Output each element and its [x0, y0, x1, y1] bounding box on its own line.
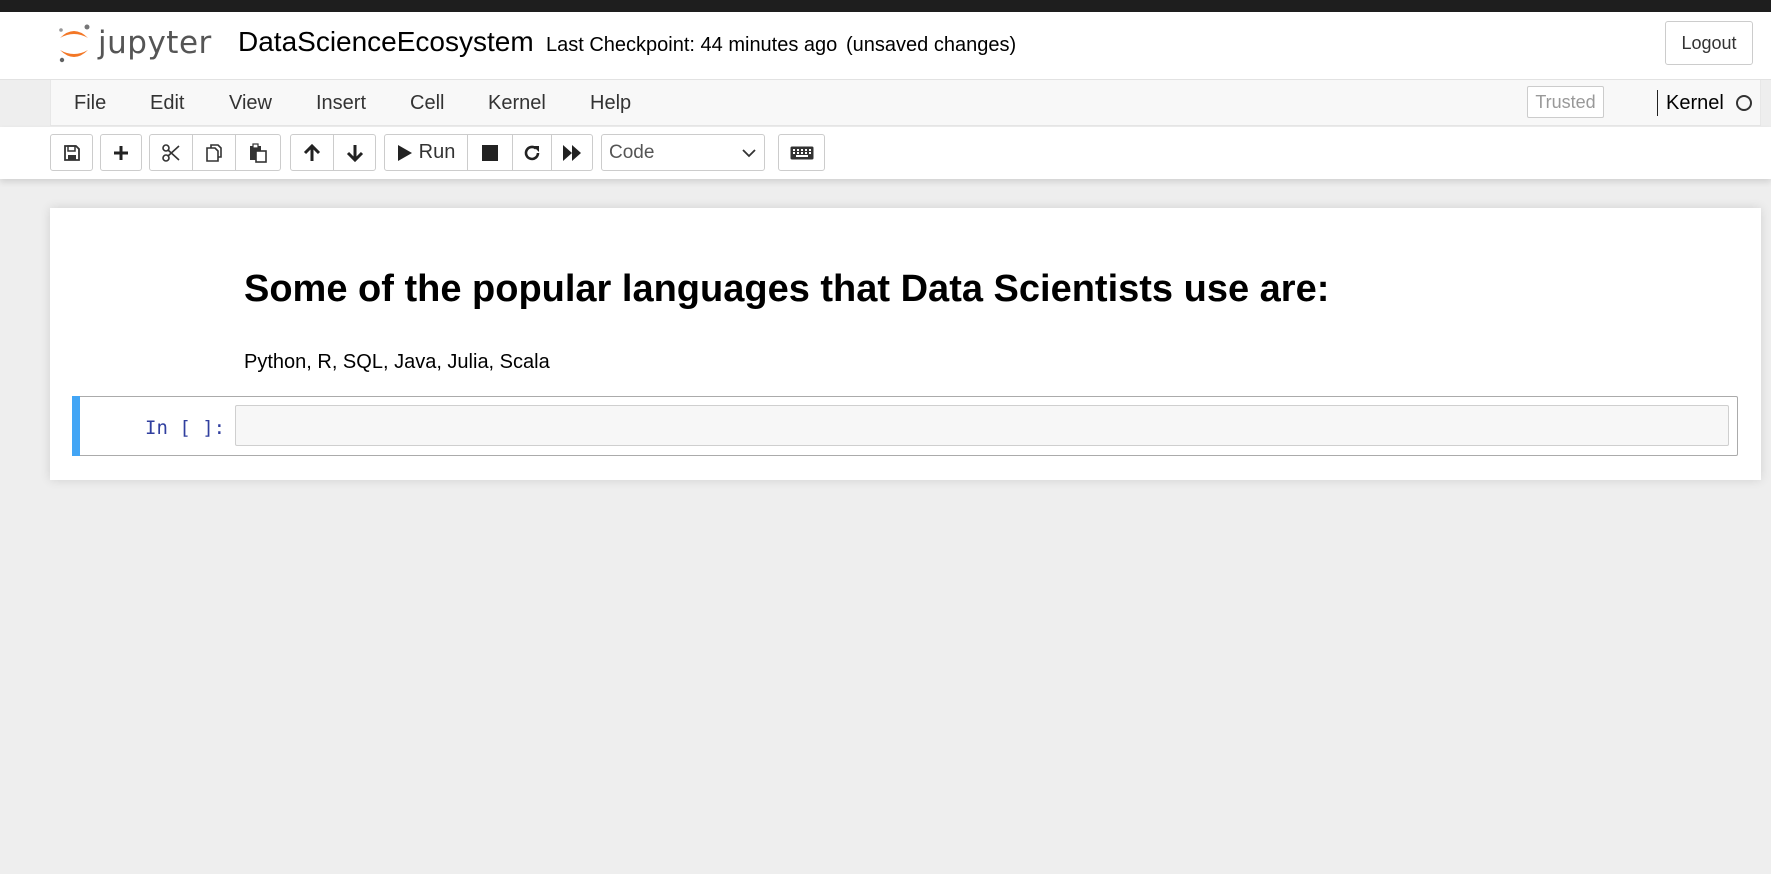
logout-button[interactable]: Logout	[1665, 21, 1753, 65]
menubar: File Edit View Insert Cell Kernel Help T…	[50, 80, 1761, 126]
move-up-button[interactable]	[290, 134, 334, 171]
plus-icon	[114, 145, 128, 160]
menu-kernel[interactable]: Kernel	[488, 92, 546, 115]
menu-cell[interactable]: Cell	[410, 92, 444, 115]
menu-insert[interactable]: Insert	[316, 92, 366, 115]
save-icon	[63, 144, 80, 161]
save-button[interactable]	[50, 134, 93, 171]
notebook-header: jupyter DataScienceEcosystem Last Checkp…	[0, 12, 1771, 80]
trusted-indicator[interactable]: Trusted	[1527, 86, 1604, 118]
run-button[interactable]: Run	[384, 134, 468, 171]
browser-top-strip	[0, 0, 1771, 12]
menu-file[interactable]: File	[74, 92, 106, 115]
copy-icon	[206, 143, 222, 162]
stop-icon	[482, 144, 498, 161]
markdown-text: Python, R, SQL, Java, Julia, Scala	[244, 351, 550, 373]
kernel-divider	[1657, 90, 1658, 116]
cell-type-select[interactable]: Code	[601, 134, 765, 171]
restart-run-all-button[interactable]	[551, 134, 593, 171]
kernel-name: Kernel	[1666, 92, 1724, 114]
checkpoint-status: Last Checkpoint: 44 minutes ago	[546, 34, 838, 56]
menu-help[interactable]: Help	[590, 92, 631, 115]
paste-button[interactable]	[235, 134, 281, 171]
run-label: Run	[418, 141, 456, 163]
markdown-heading: Some of the popular languages that Data …	[244, 268, 1330, 310]
notebook-container: Some of the popular languages that Data …	[50, 208, 1761, 480]
input-prompt: In [ ]:	[145, 417, 226, 439]
insert-cell-button[interactable]	[100, 134, 142, 171]
copy-button[interactable]	[192, 134, 236, 171]
notebook-name[interactable]: DataScienceEcosystem	[238, 26, 534, 58]
chevron-down-icon	[742, 149, 756, 158]
jupyter-logo-icon	[59, 24, 90, 63]
menu-view[interactable]: View	[229, 92, 272, 115]
move-down-button[interactable]	[333, 134, 376, 171]
kernel-status-icon	[1736, 95, 1752, 111]
jupyter-logo[interactable]: jupyter	[56, 20, 212, 66]
paste-icon	[250, 142, 267, 163]
cut-button[interactable]	[149, 134, 193, 171]
arrow-up-icon	[303, 143, 321, 161]
keyboard-icon	[790, 146, 813, 159]
save-status: (unsaved changes)	[846, 34, 1017, 56]
play-icon	[397, 144, 412, 161]
code-input[interactable]	[235, 405, 1729, 446]
selected-cell-indicator	[72, 396, 80, 456]
logo-text: jupyter	[98, 25, 212, 61]
interrupt-kernel-button[interactable]	[467, 134, 513, 171]
cell-type-value: Code	[609, 141, 655, 163]
arrow-down-icon	[346, 144, 363, 162]
fast-forward-icon	[563, 144, 581, 161]
command-palette-button[interactable]	[778, 134, 825, 171]
cut-icon	[162, 143, 180, 162]
restart-kernel-button[interactable]	[512, 134, 552, 171]
code-cell[interactable]: In [ ]:	[72, 396, 1738, 456]
restart-icon	[524, 145, 540, 160]
menu-edit[interactable]: Edit	[150, 92, 184, 115]
